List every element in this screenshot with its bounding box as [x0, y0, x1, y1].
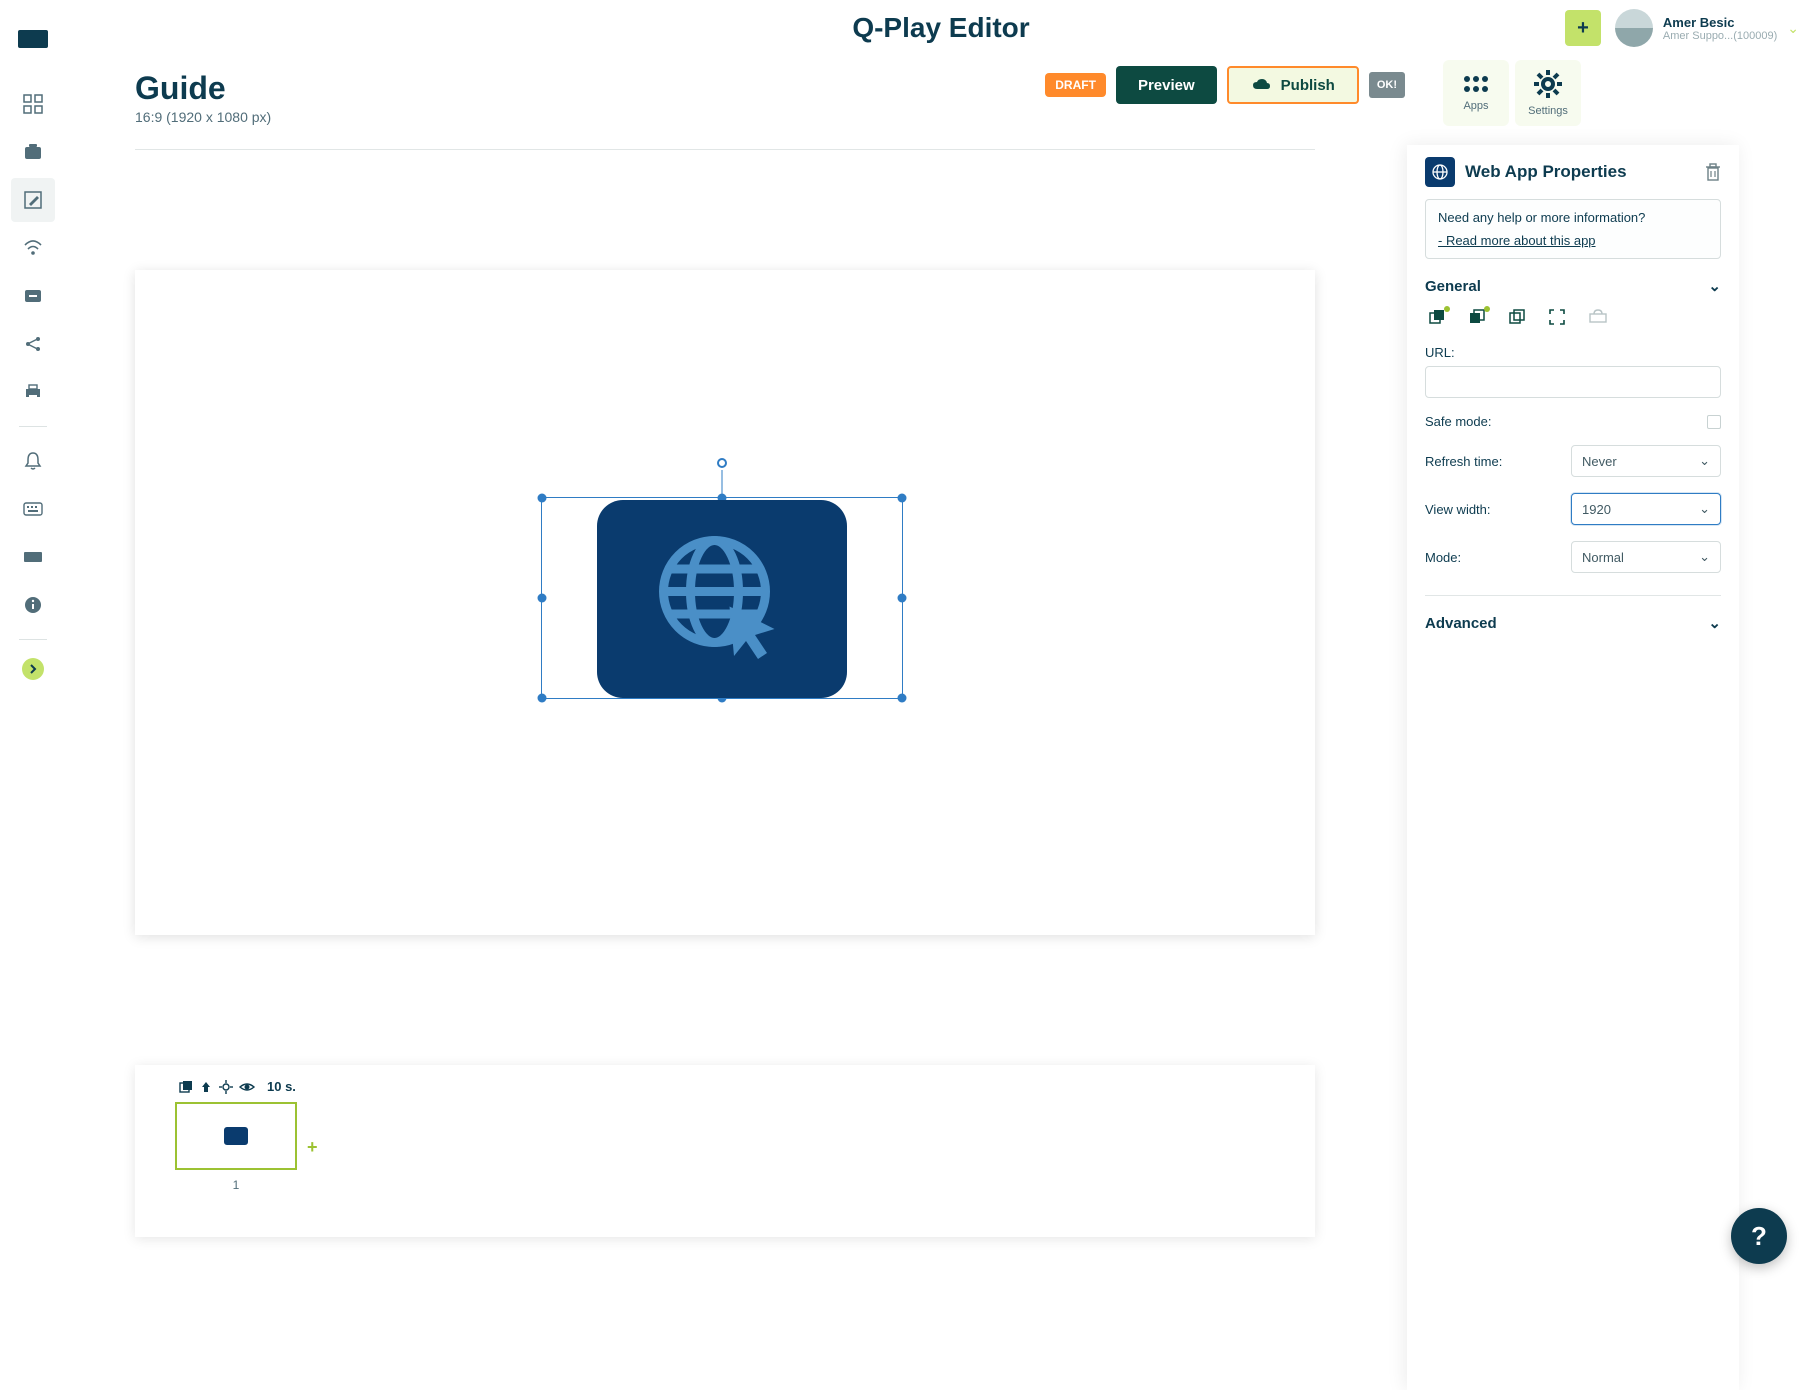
app-title: Q-Play Editor [852, 12, 1029, 44]
avatar [1615, 9, 1653, 47]
web-app-icon [1425, 157, 1455, 187]
sidebar-item-keyboard[interactable] [11, 487, 55, 531]
tool-layers-icon[interactable] [1509, 309, 1527, 327]
sidebar-expand-button[interactable] [22, 658, 44, 680]
section-advanced[interactable]: Advanced ⌄ [1425, 614, 1721, 632]
resize-handle-e[interactable] [898, 594, 907, 603]
sidebar-item-info[interactable] [11, 583, 55, 627]
tool-lock-icon[interactable] [1589, 309, 1607, 327]
safe-mode-label: Safe mode: [1425, 414, 1707, 429]
chevron-down-icon: ⌄ [1708, 277, 1721, 295]
resize-handle-sw[interactable] [538, 694, 547, 703]
slide-upload-icon[interactable] [199, 1080, 213, 1094]
slide-number: 1 [175, 1178, 297, 1192]
sidebar-item-printer[interactable] [11, 370, 55, 414]
tab-apps[interactable]: Apps [1443, 60, 1509, 126]
sidebar-item-dashboard[interactable] [11, 82, 55, 126]
refresh-time-value: Never [1582, 454, 1617, 469]
sidebar-item-cast[interactable] [11, 274, 55, 318]
page-subtitle: 16:9 (1920 x 1080 px) [135, 109, 271, 125]
view-width-label: View width: [1425, 502, 1571, 517]
user-name: Amer Besic [1663, 15, 1777, 30]
section-advanced-label: Advanced [1425, 615, 1497, 632]
sidebar-item-wifi[interactable] [11, 226, 55, 270]
tab-apps-label: Apps [1463, 100, 1488, 112]
resize-handle-ne[interactable] [898, 494, 907, 503]
status-badge: DRAFT [1045, 73, 1106, 97]
sidebar-separator [19, 639, 47, 640]
chevron-down-icon: ⌄ [1699, 453, 1710, 469]
rotation-handle[interactable] [717, 458, 727, 468]
chevron-down-icon: ⌄ [1787, 20, 1799, 37]
safe-mode-checkbox[interactable] [1707, 415, 1721, 429]
canvas[interactable] [135, 270, 1315, 935]
refresh-time-label: Refresh time: [1425, 454, 1571, 469]
tab-settings-label: Settings [1528, 105, 1568, 117]
delete-button[interactable] [1705, 163, 1721, 181]
preview-button[interactable]: Preview [1116, 66, 1217, 104]
selection-box[interactable] [541, 497, 903, 699]
sidebar-item-editor[interactable] [11, 178, 55, 222]
gear-icon [1533, 69, 1563, 99]
help-box: Need any help or more information? - Rea… [1425, 199, 1721, 259]
ok-button[interactable]: OK! [1369, 72, 1405, 98]
add-button[interactable]: + [1565, 10, 1601, 46]
user-subtitle: Amer Suppo...(100009) [1663, 30, 1777, 42]
cloud-upload-icon [1251, 78, 1271, 92]
view-width-value: 1920 [1582, 502, 1611, 517]
slide-thumbnail[interactable] [175, 1102, 297, 1170]
header-row: Guide 16:9 (1920 x 1080 px) DRAFT Previe… [65, 56, 1817, 125]
panel-divider [1425, 595, 1721, 596]
apps-grid-icon [1462, 74, 1490, 94]
properties-panel: Web App Properties Need any help or more… [1407, 145, 1739, 1390]
resize-handle-nw[interactable] [538, 494, 547, 503]
web-app-element[interactable] [597, 500, 847, 698]
help-link[interactable]: - Read more about this app [1438, 233, 1596, 248]
globe-cursor-icon [647, 524, 797, 674]
sidebar-item-notifications[interactable] [11, 439, 55, 483]
mode-label: Mode: [1425, 550, 1571, 565]
publish-button[interactable]: Publish [1227, 66, 1359, 104]
resize-handle-w[interactable] [538, 594, 547, 603]
slide-preview-icon[interactable] [239, 1081, 255, 1093]
tool-copy-icon[interactable] [1469, 309, 1487, 327]
url-input[interactable] [1425, 366, 1721, 398]
slide-copy-icon[interactable] [179, 1080, 193, 1094]
publish-label: Publish [1281, 77, 1335, 94]
add-slide-button[interactable]: + [307, 1137, 318, 1158]
view-width-select[interactable]: 1920 ⌄ [1571, 493, 1721, 525]
slide-duration: 10 s. [267, 1079, 296, 1094]
sidebar-item-media[interactable] [11, 130, 55, 174]
panel-title: Web App Properties [1465, 162, 1695, 182]
slide-mini-preview [224, 1127, 248, 1145]
mode-select[interactable]: Normal ⌄ [1571, 541, 1721, 573]
refresh-time-select[interactable]: Never ⌄ [1571, 445, 1721, 477]
user-menu[interactable]: Amer Besic Amer Suppo...(100009) ⌄ [1615, 9, 1799, 47]
sidebar-item-share[interactable] [11, 322, 55, 366]
mode-value: Normal [1582, 550, 1624, 565]
section-general-label: General [1425, 278, 1481, 295]
topbar: Q-Play Editor + Amer Besic Amer Suppo...… [65, 0, 1817, 56]
tab-settings[interactable]: Settings [1515, 60, 1581, 126]
tool-duplicate-icon[interactable] [1429, 309, 1447, 327]
question-icon: ? [1751, 1221, 1767, 1252]
sidebar [0, 0, 65, 1294]
timeline: 10 s. 1 + [135, 1065, 1315, 1237]
slide-settings-icon[interactable] [219, 1080, 233, 1094]
chevron-down-icon: ⌄ [1699, 501, 1710, 517]
chevron-down-icon: ⌄ [1699, 549, 1710, 565]
section-general[interactable]: General ⌄ [1425, 277, 1721, 295]
chevron-down-icon: ⌄ [1708, 614, 1721, 632]
help-fab[interactable]: ? [1731, 1208, 1787, 1264]
tool-fullscreen-icon[interactable] [1549, 309, 1567, 327]
plus-icon: + [1577, 17, 1589, 40]
logo-icon [18, 30, 48, 48]
sidebar-item-display[interactable] [11, 535, 55, 579]
resize-handle-se[interactable] [898, 694, 907, 703]
help-question: Need any help or more information? [1438, 210, 1708, 225]
sidebar-separator [19, 426, 47, 427]
page-title: Guide [135, 70, 271, 107]
url-label: URL: [1425, 345, 1721, 360]
